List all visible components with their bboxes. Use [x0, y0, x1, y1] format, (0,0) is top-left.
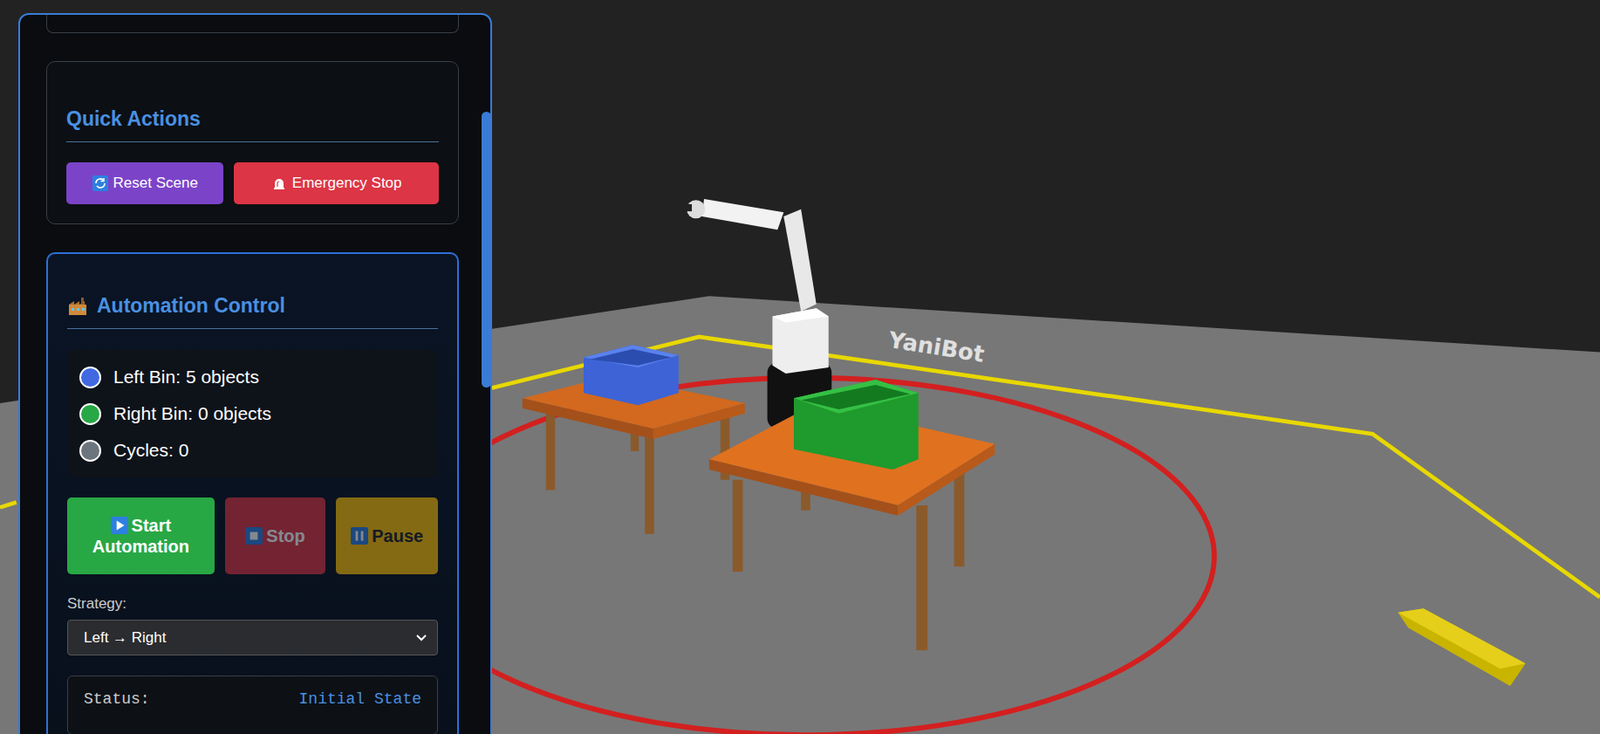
- button-label: Emergency Stop: [292, 174, 403, 192]
- settings-card: [46, 14, 459, 34]
- play-icon: [110, 516, 129, 534]
- status-dot: [79, 403, 102, 425]
- refresh-icon: [92, 175, 109, 192]
- button-label: Start Automation: [92, 515, 190, 556]
- quick-actions-card: Quick Actions Reset Scene Emergency Stop: [46, 61, 459, 225]
- button-content: Stop: [245, 525, 305, 547]
- stat-row: Left Bin: 5 objects: [79, 358, 426, 396]
- emergency-stop-button[interactable]: Emergency Stop: [233, 162, 439, 205]
- automation-buttons: Start Automation Stop Pause: [67, 497, 438, 575]
- quick-actions-title: Quick Actions: [66, 107, 439, 143]
- chevron-icon: [416, 634, 427, 642]
- stop-icon: [245, 526, 263, 545]
- control-panel: Quick Actions Reset Scene Emergency Stop Au…: [18, 13, 493, 734]
- stat-row: Cycles: 0: [79, 431, 426, 469]
- button-content: Start Automation: [70, 514, 212, 557]
- status-dot: [79, 366, 102, 389]
- button-label: Stop: [266, 526, 305, 546]
- strategy-label: Strategy:: [67, 594, 438, 613]
- automation-title-text: Automation Control: [96, 294, 286, 318]
- factory-icon: [67, 295, 89, 317]
- pause-button[interactable]: Pause: [335, 497, 438, 575]
- button-label: Reset Scene: [113, 174, 199, 192]
- stat-row: Right Bin: 0 objects: [79, 395, 426, 432]
- status-label: Status:: [83, 690, 151, 708]
- stat-label: Right Bin: 0 objects: [113, 403, 272, 424]
- siren-icon: [271, 175, 288, 192]
- stop-button[interactable]: Stop: [225, 497, 327, 575]
- scrollbar-thumb[interactable]: [481, 111, 492, 388]
- quick-actions-row: Reset Scene Emergency Stop: [66, 162, 439, 205]
- strategy-value: Left → Right: [83, 629, 167, 647]
- status-dot: [79, 439, 102, 462]
- automation-card: Automation Control Left Bin: 5 objects Rig…: [46, 252, 459, 734]
- start-button[interactable]: Start Automation: [67, 497, 215, 575]
- stat-label: Cycles: 0: [113, 439, 189, 461]
- automation-title: Automation Control: [67, 294, 438, 329]
- status-box: Status: Initial State: [67, 675, 438, 734]
- strategy-select[interactable]: Left → Right: [67, 619, 438, 656]
- button-label: Pause: [371, 526, 424, 546]
- button-content: Pause: [350, 525, 424, 547]
- stats-box: Left Bin: 5 objects Right Bin: 0 objects C…: [67, 349, 438, 478]
- reset-scene-button[interactable]: Reset Scene: [66, 162, 224, 205]
- stat-label: Left Bin: 5 objects: [113, 366, 260, 388]
- status-value: Initial State: [299, 690, 422, 708]
- pause-icon: [350, 526, 369, 545]
- floor-label: YaniBot: [886, 326, 987, 368]
